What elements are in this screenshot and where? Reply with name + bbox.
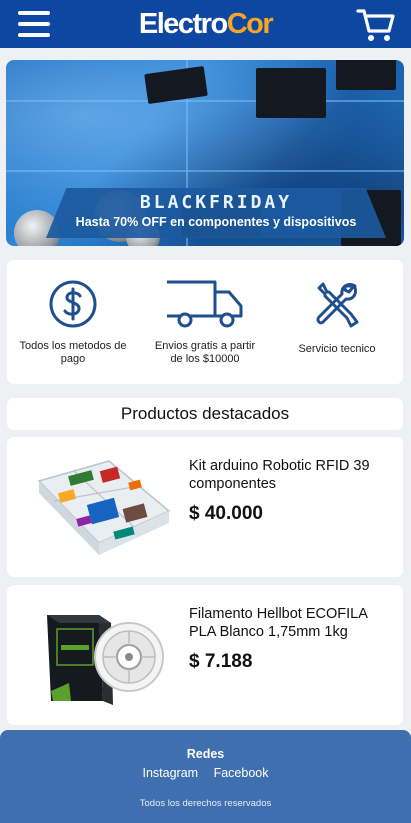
service-free-shipping[interactable]: Envios gratis a partir de los $10000	[139, 278, 271, 366]
chip-image	[336, 60, 396, 90]
service-label: Todos los metodos de pago	[19, 340, 127, 365]
service-payment-methods[interactable]: Todos los metodos de pago	[7, 278, 139, 366]
banner-title: BLACKFRIDAY	[139, 192, 293, 213]
product-name[interactable]: Filamento Hellbot ECOFILA PLA Blanco 1,7…	[189, 605, 389, 641]
top-navbar: ElectroCor	[0, 0, 411, 48]
instagram-link[interactable]: Instagram	[143, 766, 199, 780]
chip-image	[256, 68, 326, 118]
product-card[interactable]: Kit arduino Robotic RFID 39 componentes …	[7, 437, 403, 577]
tools-icon	[316, 282, 359, 328]
shopping-cart-icon[interactable]	[356, 7, 396, 43]
dollar-circle-icon	[49, 280, 97, 328]
services-card: Todos los metodos de pago Envios gratis …	[7, 260, 403, 384]
product-image-arduino-kit[interactable]	[29, 451, 177, 563]
footer-copyright: Todos los derechos reservados	[139, 798, 272, 809]
product-price: $ 40.000	[189, 503, 263, 524]
product-price: $ 7.188	[189, 651, 253, 672]
delivery-truck-icon	[167, 280, 243, 328]
facebook-link[interactable]: Facebook	[214, 766, 269, 780]
product-image-filament[interactable]	[29, 599, 177, 711]
black-friday-banner[interactable]: BLACKFRIDAY Hasta 70% OFF en componentes…	[6, 60, 404, 246]
circuit-trace	[6, 170, 404, 172]
footer-social-links: Instagram Facebook	[0, 766, 411, 780]
service-label: Servicio tecnico	[298, 343, 376, 355]
footer-title: Redes	[186, 747, 225, 761]
product-name[interactable]: Kit arduino Robotic RFID 39 componentes	[189, 457, 389, 493]
service-label: Envios gratis a partir de los $10000	[154, 340, 256, 365]
banner-subtitle: Hasta 70% OFF en componentes y dispositi…	[75, 215, 357, 229]
featured-products-header: Productos destacados	[7, 398, 403, 430]
banner-ribbon: BLACKFRIDAY Hasta 70% OFF en componentes…	[46, 188, 386, 238]
product-card[interactable]: Filamento Hellbot ECOFILA PLA Blanco 1,7…	[7, 585, 403, 725]
circuit-trace	[6, 100, 404, 102]
service-technical-support[interactable]: Servicio tecnico	[271, 278, 403, 356]
logo-text-cor: Cor	[226, 8, 274, 40]
page-footer: Redes Instagram Facebook Todos los derec…	[0, 730, 411, 823]
site-logo[interactable]: ElectroCor	[0, 8, 411, 41]
section-title: Productos destacados	[120, 404, 290, 423]
logo-text-electro: Electro	[138, 8, 228, 40]
